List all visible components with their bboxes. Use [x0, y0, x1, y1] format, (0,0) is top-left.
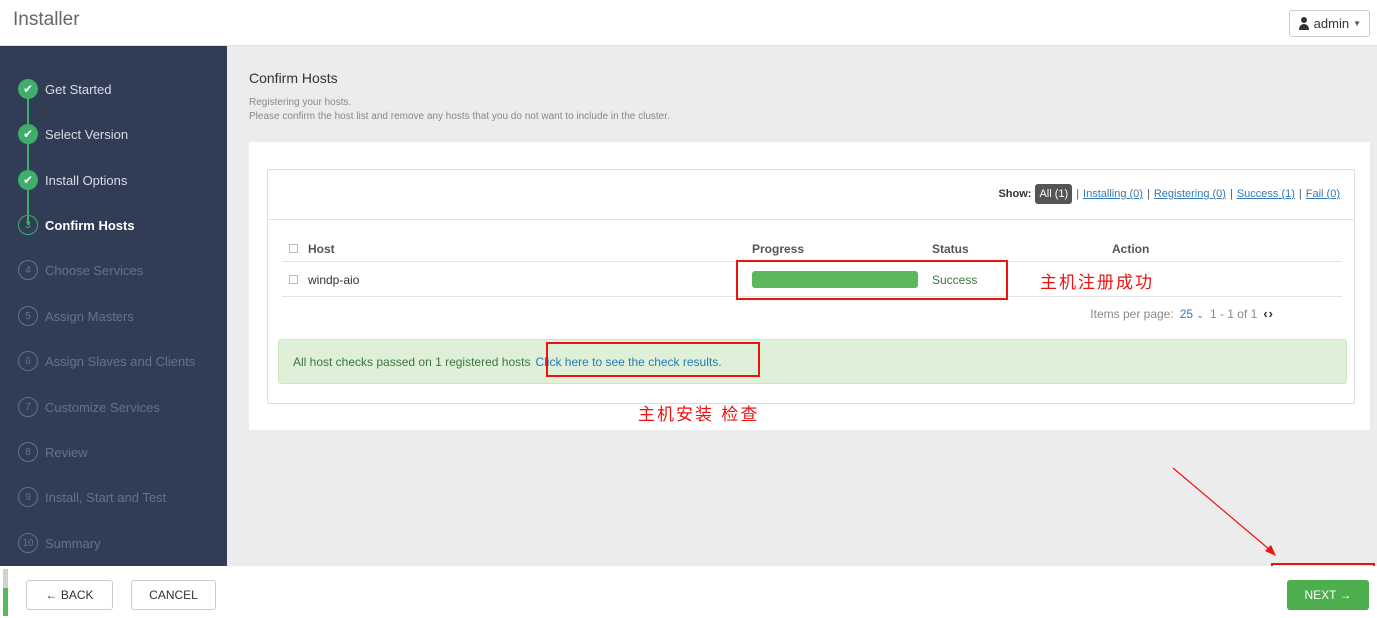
wizard-footer: ← BACK CANCEL NEXT →	[0, 566, 1377, 618]
items-per-page-label: Items per page:	[1090, 306, 1174, 321]
user-icon	[1298, 17, 1310, 30]
table-header: Host Progress Status Action	[282, 236, 1342, 262]
check-icon: ✔	[18, 124, 38, 144]
step-number: 3	[18, 215, 38, 235]
back-button[interactable]: ← BACK	[26, 580, 113, 610]
page-subtitle: Registering your hosts. Please confirm t…	[249, 96, 670, 124]
step-label: Assign Slaves and Clients	[45, 353, 196, 369]
column-header: Progress	[752, 241, 805, 256]
step-number: 6	[18, 351, 38, 371]
step-assign-slaves: 6 Assign Slaves and Clients	[0, 341, 227, 381]
step-label: Assign Masters	[45, 308, 134, 324]
select-all-checkbox[interactable]	[289, 244, 298, 253]
check-results-link[interactable]: Click here to see the check results.	[535, 355, 721, 369]
step-label: Review	[45, 444, 88, 460]
step-select-version[interactable]: ✔ Select Version	[0, 114, 227, 154]
header-host: Host	[289, 236, 335, 261]
app-title: Installer	[13, 9, 80, 30]
step-label: Summary	[45, 535, 101, 551]
step-install-start-test: 9 Install, Start and Test	[0, 477, 227, 517]
step-number: 10	[18, 533, 38, 553]
row-checkbox[interactable]	[289, 275, 298, 284]
status-cell: Success	[932, 272, 978, 287]
filter-show-label: Show:	[998, 188, 1032, 200]
column-header: Action	[1112, 241, 1150, 256]
page-title: Confirm Hosts	[249, 70, 338, 86]
items-per-page-select[interactable]: 25 ⌄	[1180, 307, 1204, 321]
step-assign-masters: 5 Assign Masters	[0, 296, 227, 336]
step-number: 5	[18, 306, 38, 326]
subtitle-line: Please confirm the host list and remove …	[249, 111, 670, 122]
step-number: 7	[18, 397, 38, 417]
step-number: 8	[18, 442, 38, 462]
status-filter: Show: All (1) | Installing (0) | Registe…	[998, 184, 1340, 204]
pagination-arrows: ‹›	[1263, 306, 1274, 321]
page-range: 1 - 1 of 1	[1209, 306, 1258, 321]
user-menu-button[interactable]: admin ▼	[1288, 10, 1370, 37]
step-install-options[interactable]: ✔ Install Options	[0, 160, 227, 200]
step-label: Install, Start and Test	[45, 489, 167, 505]
next-button[interactable]: NEXT →	[1287, 580, 1369, 610]
step-label: Get Started	[45, 81, 112, 97]
step-confirm-hosts[interactable]: 3 Confirm Hosts	[0, 205, 227, 245]
progress-cell	[752, 263, 918, 296]
top-bar: Installer admin ▼	[0, 0, 1377, 46]
filter-success[interactable]: Success (1)	[1237, 188, 1295, 200]
check-icon: ✔	[18, 79, 38, 99]
step-number: 4	[18, 260, 38, 280]
user-name: admin	[1313, 16, 1350, 31]
filter-registering[interactable]: Registering (0)	[1154, 188, 1226, 200]
divider: |	[1229, 188, 1233, 200]
step-label: Install Options	[45, 172, 128, 188]
main-content: Confirm Hosts Registering your hosts. Pl…	[227, 46, 1377, 566]
step-choose-services: 4 Choose Services	[0, 250, 227, 290]
host-name: windp-aio	[308, 272, 360, 287]
step-number: 9	[18, 487, 38, 507]
column-header: Host	[308, 241, 335, 256]
scrollbar-thumb[interactable]	[3, 588, 8, 616]
step-get-started[interactable]: ✔ Get Started	[0, 69, 227, 109]
chevron-down-icon: ⌄	[1196, 309, 1204, 320]
filter-installing[interactable]: Installing (0)	[1083, 188, 1143, 200]
host-check-alert: All host checks passed on 1 registered h…	[278, 339, 1347, 384]
step-customize-services: 7 Customize Services	[0, 387, 227, 427]
divider	[268, 219, 1354, 220]
check-icon: ✔	[18, 170, 38, 190]
check-note: 主机安装 检查	[638, 405, 760, 425]
step-label: Choose Services	[45, 262, 144, 278]
step-label: Customize Services	[45, 399, 160, 415]
step-summary: 10 Summary	[0, 523, 227, 563]
divider: |	[1076, 188, 1080, 200]
table-row: windp-aio Success	[282, 263, 1342, 297]
step-review: 8 Review	[0, 432, 227, 472]
step-label: Select Version	[45, 126, 129, 142]
hosts-card: Show: All (1) | Installing (0) | Registe…	[249, 142, 1370, 430]
divider: |	[1298, 188, 1302, 200]
items-per-page-value: 25	[1179, 306, 1194, 321]
step-label: Confirm Hosts	[45, 217, 135, 233]
hosts-panel: Show: All (1) | Installing (0) | Registe…	[267, 169, 1355, 404]
filter-all[interactable]: All (1)	[1035, 184, 1073, 204]
cancel-button[interactable]: CANCEL	[131, 580, 216, 610]
caret-down-icon: ▼	[1353, 19, 1361, 28]
subtitle-line: Registering your hosts.	[249, 97, 352, 108]
chevron-right-icon[interactable]: ›	[1269, 306, 1274, 321]
progress-bar	[752, 271, 918, 288]
filter-fail[interactable]: Fail (0)	[1306, 188, 1340, 200]
host-cell: windp-aio	[289, 263, 359, 296]
wizard-sidebar: ✔ Get Started ✔ Select Version ✔ Install…	[0, 46, 227, 566]
registration-note: 主机注册成功	[1040, 273, 1154, 293]
column-header: Status	[932, 241, 969, 256]
alert-text: All host checks passed on 1 registered h…	[293, 354, 531, 369]
divider: |	[1146, 188, 1150, 200]
pagination: Items per page: 25 ⌄ 1 - 1 of 1 ‹›	[1090, 306, 1274, 321]
